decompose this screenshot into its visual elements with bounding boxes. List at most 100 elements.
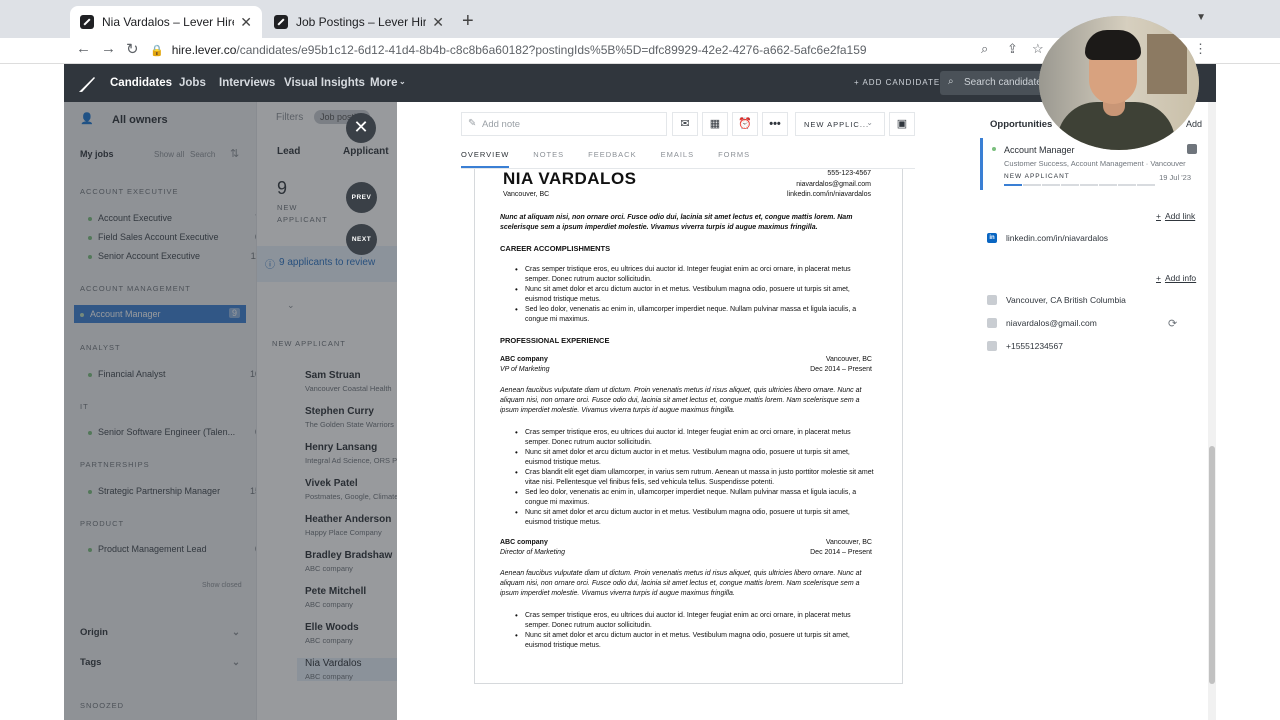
- list-item: Cras blandit elit eget diam ullamcorper,…: [515, 468, 875, 488]
- job-place: Vancouver, BC: [825, 356, 872, 363]
- add-link-button[interactable]: + Add link: [1156, 211, 1195, 221]
- phone-row[interactable]: +15551234567: [987, 341, 1063, 351]
- job-role-row: Director of Marketing Dec 2014 – Present: [500, 549, 872, 556]
- schedule-button[interactable]: ▦: [702, 112, 728, 136]
- email-row[interactable]: niavardalos@gmail.com: [987, 318, 1097, 328]
- nav-interviews[interactable]: Interviews: [219, 77, 275, 89]
- prev-candidate-button[interactable]: PREV: [346, 182, 377, 213]
- lever-favicon-icon: [80, 15, 94, 29]
- resume-name: NIA VARDALOS: [503, 169, 637, 188]
- scrollbar-thumb[interactable]: [1209, 446, 1215, 684]
- list-item: Nunc sit amet dolor et arcu dictum aucto…: [515, 448, 875, 468]
- webcam-presenter-hair: [1085, 30, 1141, 60]
- job-header: ABC company Vancouver, BC: [500, 356, 872, 363]
- resume-summary: Nunc at aliquam nisi, non ornare orci. F…: [500, 214, 853, 231]
- profile-tabs: OVERVIEW NOTES FEEDBACK EMAILS FORMS: [461, 150, 774, 168]
- progress-segment: [1118, 184, 1136, 186]
- job-role-row: VP of Marketing Dec 2014 – Present: [500, 366, 872, 373]
- resume-phone: 555-123-4567: [827, 170, 871, 177]
- resume-contact: 555-123-4567 niavardalos@gmail.com linke…: [787, 169, 871, 201]
- email-icon: [987, 318, 997, 328]
- archive-button[interactable]: ▣: [889, 112, 915, 136]
- nav-candidates[interactable]: Candidates: [110, 77, 172, 89]
- opportunity-subtitle: Customer Success, Account Management · V…: [1004, 159, 1186, 168]
- tab-forms[interactable]: FORMS: [718, 150, 750, 168]
- sync-icon[interactable]: ⟳: [1168, 317, 1177, 330]
- list-item: Sed leo dolor, venenatis ac enim in, ull…: [515, 488, 875, 508]
- email-button[interactable]: ✉: [672, 112, 698, 136]
- candidate-profile-panel: ✎ Add note ✉ ▦ ⏰ ••• NEW APPLIC... ⌄ ▣ O…: [397, 102, 1216, 720]
- opportunity-stage: NEW APPLICANT: [1004, 173, 1070, 180]
- close-profile-button[interactable]: ✕: [346, 113, 376, 143]
- job-bullets: Cras semper tristique eros, eu ultrices …: [515, 611, 875, 651]
- calendar-icon: ▦: [709, 118, 721, 130]
- back-icon[interactable]: ←: [76, 40, 91, 57]
- more-actions-button[interactable]: •••: [762, 112, 788, 136]
- tab-overview[interactable]: OVERVIEW: [461, 150, 510, 168]
- address-bar[interactable]: 🔒 hire.lever.co/candidates/e95b1c12-6d12…: [150, 39, 1020, 61]
- add-note-placeholder: Add note: [482, 119, 521, 130]
- nav-more[interactable]: More: [370, 77, 397, 89]
- location-row: Vancouver, CA British Columbia: [987, 295, 1126, 305]
- search-placeholder: Search candidates: [964, 77, 1047, 88]
- reminder-button[interactable]: ⏰: [732, 112, 758, 136]
- resume-location: Vancouver, BC: [503, 191, 550, 198]
- add-note-input[interactable]: ✎ Add note: [461, 112, 667, 136]
- next-candidate-button[interactable]: NEXT: [346, 224, 377, 255]
- status-dot: [992, 147, 996, 151]
- list-item: Sed leo dolor, venenatis ac enim in, ull…: [515, 305, 875, 325]
- add-candidate-button[interactable]: + ADD CANDIDATE: [854, 78, 940, 87]
- add-info-button[interactable]: + Add info: [1156, 273, 1196, 283]
- share-icon[interactable]: ⇪: [1007, 41, 1018, 57]
- nav-jobs[interactable]: Jobs: [179, 77, 206, 89]
- email-text: niavardalos@gmail.com: [1006, 318, 1097, 328]
- lever-favicon-icon: [274, 15, 288, 29]
- list-item: Cras semper tristique eros, eu ultrices …: [515, 265, 875, 285]
- progress-segment: [1099, 184, 1117, 186]
- close-tab-icon[interactable]: ✕: [240, 14, 252, 31]
- stage-label: NEW APPLIC...: [804, 120, 870, 129]
- browser-tab-active[interactable]: Nia Vardalos – Lever Hire ✕: [70, 6, 262, 38]
- accomplishments-list: Cras semper tristique eros, eu ultrices …: [515, 265, 875, 325]
- list-item: Cras semper tristique eros, eu ultrices …: [515, 611, 875, 631]
- tab-feedback[interactable]: FEEDBACK: [588, 150, 636, 168]
- webcam-video-overlay: [1039, 16, 1199, 150]
- progress-segment: [1023, 184, 1041, 186]
- job-description: Aenean faucibus vulputate diam ut dictum…: [500, 387, 862, 414]
- linkedin-row[interactable]: in linkedin.com/in/niavardalos: [987, 233, 1108, 243]
- new-tab-icon[interactable]: +: [462, 10, 474, 33]
- resume-document[interactable]: NIA VARDALOS Vancouver, BC 555-123-4567 …: [474, 169, 903, 684]
- add-link-label: Add link: [1164, 211, 1196, 221]
- job-company: ABC company: [500, 539, 548, 546]
- nav-visual-insights[interactable]: Visual Insights: [284, 77, 365, 89]
- page-margin-left: [0, 64, 64, 720]
- alarm-clock-icon: ⏰: [738, 118, 752, 130]
- stage-dropdown[interactable]: NEW APPLIC... ⌄: [795, 112, 885, 136]
- envelope-icon: ✉: [680, 118, 690, 130]
- list-item: Nunc sit amet dolor et arcu dictum aucto…: [515, 508, 875, 528]
- lock-icon: 🔒: [150, 44, 164, 57]
- opportunity-date: 19 Jul '23: [1159, 173, 1191, 182]
- tab-notes[interactable]: NOTES: [533, 150, 564, 168]
- job-dates: Dec 2014 – Present: [810, 549, 872, 556]
- tab-title: Job Postings – Lever Hire: [296, 15, 427, 29]
- forward-icon[interactable]: →: [101, 40, 116, 57]
- lever-logo-icon[interactable]: [78, 75, 96, 93]
- job-role: VP of Marketing: [500, 366, 550, 373]
- tab-title: Nia Vardalos – Lever Hire: [102, 15, 235, 29]
- resume-email: niavardalos@gmail.com: [796, 180, 871, 188]
- webcam-wall-frame: [1147, 34, 1187, 94]
- progress-segment: [1137, 184, 1155, 186]
- resume-section-heading: PROFESSIONAL EXPERIENCE: [500, 336, 610, 345]
- linkedin-url: linkedin.com/in/niavardalos: [1006, 233, 1109, 243]
- stage-progress: [1004, 184, 1156, 186]
- close-tab-icon[interactable]: ✕: [432, 14, 444, 31]
- add-info-label: Add info: [1164, 273, 1197, 283]
- reload-icon[interactable]: ↻: [126, 40, 139, 58]
- tab-emails[interactable]: EMAILS: [661, 150, 695, 168]
- browser-tab[interactable]: Job Postings – Lever Hire ✕: [264, 6, 454, 38]
- list-item: Cras semper tristique eros, eu ultrices …: [515, 428, 875, 448]
- more-chevron-icon[interactable]: ⌄: [399, 77, 406, 86]
- zoom-icon[interactable]: ⌕: [981, 41, 988, 57]
- archive-icon: ▣: [896, 118, 908, 130]
